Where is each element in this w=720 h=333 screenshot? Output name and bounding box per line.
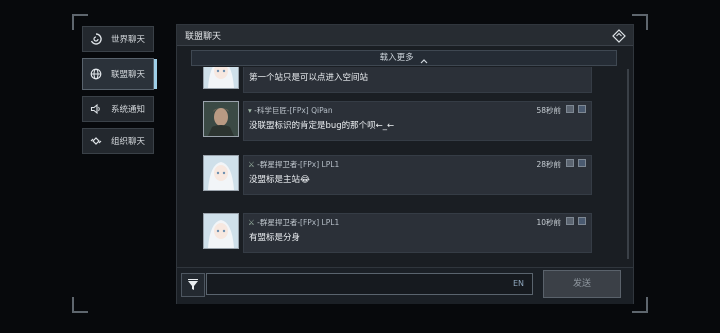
panel-header: 联盟聊天: [177, 25, 633, 46]
message-input-field[interactable]: EN: [206, 273, 533, 297]
diamond-icon[interactable]: [612, 28, 626, 43]
share-icon[interactable]: [566, 217, 574, 225]
input-language-toggle[interactable]: EN: [513, 279, 524, 288]
message-item: ▾ -科学巨匠-[FPx] QiPan 58秒前 没联盟标识的肯定是bug的那个…: [203, 101, 603, 141]
frame-corner-bottom-right: [632, 297, 648, 313]
translate-icon[interactable]: [578, 105, 586, 113]
globe-icon: [89, 67, 103, 81]
message-text: 有盟标是分身: [249, 233, 301, 243]
send-button[interactable]: 发送: [543, 270, 621, 298]
sidebar-item-system-notice[interactable]: 系统通知: [82, 96, 154, 122]
avatar[interactable]: [203, 213, 239, 249]
message-item: ⚔ -群星捍卫者-[FPx] LPL1 28秒前 没盟标是主站😂: [203, 155, 603, 195]
sidebar-item-label: 世界聊天: [111, 35, 146, 45]
message-input[interactable]: [207, 276, 532, 297]
filter-button[interactable]: [181, 273, 205, 297]
speaker-icon: [89, 102, 103, 116]
avatar[interactable]: [203, 67, 239, 89]
load-more-label: 载入更多: [379, 53, 414, 63]
message-time: 58秒前: [536, 106, 561, 115]
sidebar-item-org-chat[interactable]: 组织聊天: [82, 128, 154, 154]
chevron-up-icon: [420, 55, 428, 63]
filter-funnel-icon: [182, 279, 204, 300]
message-list[interactable]: 第一个站只是可以点进入空间站 ▾ -科学巨匠-[FPx] QiPan 58秒前 …: [177, 67, 633, 263]
load-more-button[interactable]: 载入更多: [191, 50, 617, 66]
panel-title: 联盟聊天: [185, 32, 222, 42]
sidebar-item-world-chat[interactable]: 世界聊天: [82, 26, 154, 52]
avatar[interactable]: [203, 155, 239, 191]
message-text: 第一个站只是可以点进入空间站: [249, 73, 369, 83]
message-time: 28秒前: [536, 160, 561, 169]
link-icon: [89, 134, 103, 148]
channel-sidebar: 世界聊天 联盟聊天 系统通知 组织聊天: [82, 26, 157, 160]
chat-panel: 联盟聊天 载入更多 第一个站只是可以点进入空间站 ▾ -科学巨匠-[FPx] Q…: [176, 24, 634, 304]
share-icon[interactable]: [566, 159, 574, 167]
message-text: 没盟标是主站😂: [249, 175, 310, 185]
frame-corner-bottom-left: [72, 297, 88, 313]
frame-corner-top-right: [632, 14, 648, 30]
sidebar-item-label: 联盟聊天: [111, 70, 146, 80]
message-bubble: ⚔ -群星捍卫者-[FPx] LPL1 28秒前 没盟标是主站😂: [243, 155, 592, 195]
sender-line[interactable]: ⚔ -群星捍卫者-[FPx] LPL1: [248, 159, 339, 170]
sender-line[interactable]: ⚔ -群星捍卫者-[FPx] LPL1: [248, 217, 339, 228]
message-time: 10秒前: [536, 218, 561, 227]
sidebar-item-label: 系统通知: [111, 105, 146, 115]
avatar[interactable]: [203, 101, 239, 137]
world-swirl-icon: [89, 32, 103, 46]
input-bar: EN 发送: [177, 267, 633, 304]
sidebar-item-label: 组织聊天: [111, 137, 146, 147]
message-text: 没联盟标识的肯定是bug的那个呗←_←: [249, 121, 395, 131]
translate-icon[interactable]: [578, 159, 586, 167]
message-item: 第一个站只是可以点进入空间站: [203, 67, 603, 93]
message-bubble: ▾ -科学巨匠-[FPx] QiPan 58秒前 没联盟标识的肯定是bug的那个…: [243, 101, 592, 141]
sender-line[interactable]: ▾ -科学巨匠-[FPx] QiPan: [248, 105, 333, 116]
message-item: ⚔ -群星捍卫者-[FPx] LPL1 10秒前 有盟标是分身: [203, 213, 603, 253]
sidebar-item-alliance-chat[interactable]: 联盟聊天: [82, 58, 157, 90]
share-icon[interactable]: [566, 105, 574, 113]
message-bubble: 第一个站只是可以点进入空间站: [243, 67, 592, 93]
message-bubble: ⚔ -群星捍卫者-[FPx] LPL1 10秒前 有盟标是分身: [243, 213, 592, 253]
message-scrollbar[interactable]: [627, 69, 629, 259]
translate-icon[interactable]: [578, 217, 586, 225]
